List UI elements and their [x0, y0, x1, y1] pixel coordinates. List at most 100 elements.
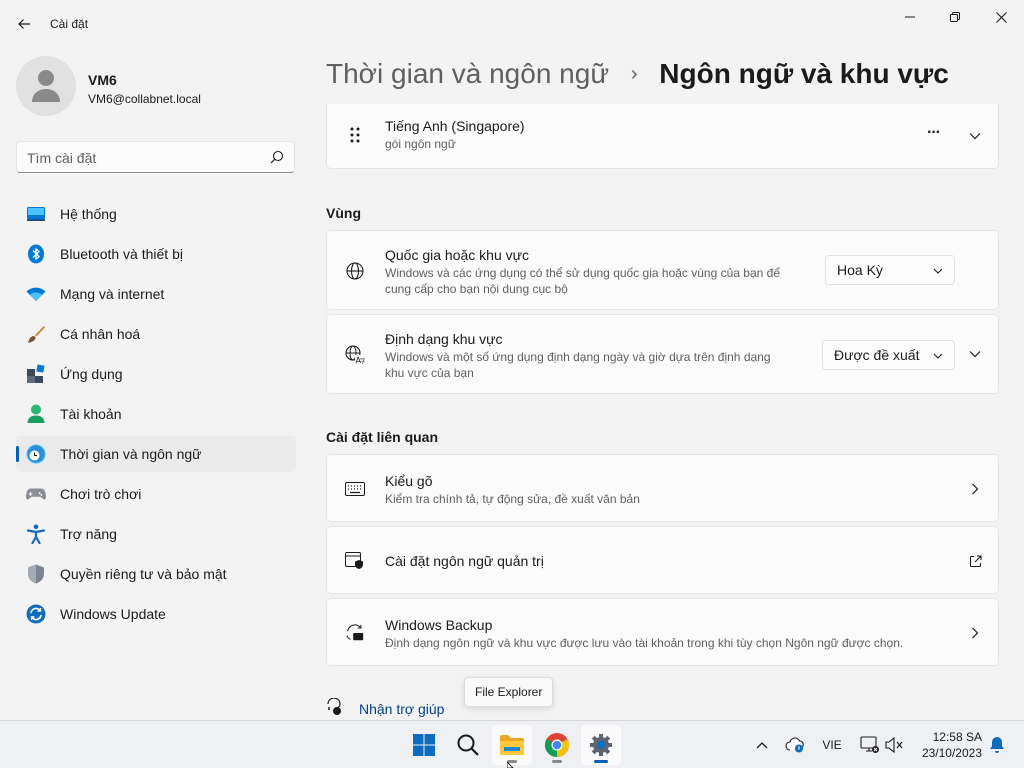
bell-icon: [990, 737, 1004, 753]
country-desc-line1: Windows và các ứng dụng có thể sử dụng q…: [385, 266, 780, 280]
minimize-icon: [905, 16, 915, 18]
taskbar-tooltip: File Explorer: [464, 677, 554, 707]
show-hidden-icons-button[interactable]: [750, 733, 774, 757]
sidebar-item-network[interactable]: Mạng và internet: [16, 276, 296, 312]
chevron-down-icon[interactable]: [968, 129, 982, 143]
get-help-link[interactable]: Nhận trợ giúp: [359, 701, 444, 717]
windows-backup-card[interactable]: Windows Backup Định dạng ngôn ngữ và khu…: [326, 598, 999, 666]
language-name: Tiếng Anh (Singapore): [385, 118, 525, 134]
user-icon: [32, 70, 60, 102]
drag-handle-icon[interactable]: [345, 125, 365, 145]
sidebar-item-windows-update[interactable]: Windows Update: [16, 596, 296, 632]
sidebar-item-accounts[interactable]: Tài khoản: [16, 396, 296, 432]
sidebar-item-label: Chơi trò chơi: [60, 486, 142, 502]
volume-muted-icon: [885, 736, 903, 754]
settings-taskbar-button[interactable]: [581, 725, 621, 765]
typing-card[interactable]: Kiểu gõ Kiểm tra chính tả, tự động sửa, …: [326, 454, 999, 522]
account-icon: [26, 404, 46, 424]
wifi-icon: [26, 284, 46, 304]
sidebar-item-apps[interactable]: Ứng dụng: [16, 356, 296, 392]
more-options-button[interactable]: ···: [927, 124, 941, 142]
system-icon: [26, 204, 46, 224]
window-title: Cài đặt: [50, 17, 89, 31]
regional-format-icon: A字: [345, 345, 365, 365]
accessibility-icon: [26, 524, 46, 544]
sidebar-item-time-language[interactable]: Thời gian và ngôn ngữ: [16, 436, 296, 472]
taskbar: VIE 12:58 SA 23/10/2023: [0, 720, 1024, 768]
sidebar-item-label: Mạng và internet: [60, 286, 165, 302]
sidebar-item-label: Bluetooth và thiết bị: [60, 246, 183, 262]
running-indicator: [552, 760, 562, 763]
format-desc-line1: Windows và một số ứng dụng định dạng ngà…: [385, 350, 771, 364]
language-item-card[interactable]: Tiếng Anh (Singapore) gói ngôn ngữ ···: [326, 104, 999, 169]
shield-icon: [26, 564, 46, 584]
sidebar-item-label: Ứng dụng: [60, 366, 123, 382]
back-button[interactable]: [10, 10, 38, 38]
sidebar-item-label: Quyền riêng tư và bảo mật: [60, 566, 227, 582]
sidebar-nav: Hệ thống Bluetooth và thiết bị Mạng và i…: [16, 196, 296, 636]
apps-icon: [26, 364, 46, 384]
country-region-card: Quốc gia hoặc khu vực Windows và các ứng…: [326, 230, 999, 310]
backup-desc: Định dạng ngôn ngữ và khu vực được lưu v…: [385, 636, 904, 650]
format-dropdown[interactable]: Được đề xuất: [822, 340, 955, 370]
minimize-button[interactable]: [887, 4, 933, 30]
sidebar-item-label: Thời gian và ngôn ngữ: [60, 446, 202, 462]
mouse-cursor-icon: [507, 762, 514, 768]
profile-email: VM6@collabnet.local: [88, 92, 201, 106]
language-subtitle: gói ngôn ngữ: [385, 137, 456, 151]
search-input[interactable]: Tìm cài đặt: [16, 141, 295, 173]
admin-language-card[interactable]: Cài đặt ngôn ngữ quản trị: [326, 526, 999, 594]
close-icon: [995, 11, 1007, 23]
chevron-up-icon: [756, 742, 768, 749]
clock-date: 23/10/2023: [921, 746, 982, 760]
search-icon: [457, 734, 479, 756]
help-icon: [327, 698, 341, 715]
breadcrumb-parent-link[interactable]: Thời gian và ngôn ngữ: [326, 58, 609, 89]
file-explorer-button[interactable]: [492, 725, 532, 765]
breadcrumb: Thời gian và ngôn ngữ › Ngôn ngữ và khu …: [326, 58, 949, 90]
chevron-down-icon: [933, 268, 943, 274]
sidebar-item-gaming[interactable]: Chơi trò chơi: [16, 476, 296, 512]
taskbar-search-button[interactable]: [448, 725, 488, 765]
profile-name: VM6: [88, 72, 117, 88]
gear-icon: [590, 734, 612, 756]
onedrive-tray-button[interactable]: [783, 733, 807, 757]
search-placeholder: Tìm cài đặt: [27, 150, 97, 166]
page-title: Ngôn ngữ và khu vực: [659, 58, 949, 89]
network-tray-button[interactable]: [858, 733, 882, 757]
taskbar-clock[interactable]: 12:58 SA 23/10/2023: [922, 729, 982, 761]
restore-button[interactable]: [932, 4, 978, 30]
clock-time: 12:58 SA: [932, 730, 982, 744]
bluetooth-icon: [26, 244, 46, 264]
sidebar-item-accessibility[interactable]: Trợ năng: [16, 516, 296, 552]
regional-format-card[interactable]: A字 Định dạng khu vực Windows và một số ứ…: [326, 314, 999, 394]
network-icon: [860, 736, 879, 753]
close-button[interactable]: [978, 4, 1024, 30]
country-dropdown[interactable]: Hoa Kỳ: [825, 255, 955, 285]
chevron-right-icon: [968, 626, 982, 640]
user-profile[interactable]: VM6 VM6@collabnet.local: [16, 56, 296, 118]
windows-logo-icon: [413, 734, 435, 756]
sidebar-item-personalization[interactable]: Cá nhân hoá: [16, 316, 296, 352]
start-button[interactable]: [404, 725, 444, 765]
sidebar-item-bluetooth[interactable]: Bluetooth và thiết bị: [16, 236, 296, 272]
input-language-indicator[interactable]: VIE: [818, 733, 846, 757]
sidebar-item-privacy[interactable]: Quyền riêng tư và bảo mật: [16, 556, 296, 592]
breadcrumb-separator: ›: [630, 63, 638, 85]
chevron-down-icon: [933, 353, 943, 359]
sidebar-item-system[interactable]: Hệ thống: [16, 196, 296, 232]
expand-chevron-icon[interactable]: [968, 347, 982, 361]
restore-icon: [950, 12, 960, 22]
chevron-right-icon: [968, 482, 982, 496]
notifications-button[interactable]: [985, 733, 1009, 757]
country-desc-line2: cung cấp cho bạn nội dung cục bộ: [385, 282, 568, 296]
globe-icon: [345, 261, 365, 281]
volume-tray-button[interactable]: [882, 733, 906, 757]
chrome-button[interactable]: [537, 725, 577, 765]
external-link-icon: [968, 554, 982, 568]
sidebar-item-label: Windows Update: [60, 606, 166, 622]
format-selected-value: Được đề xuất: [834, 347, 920, 363]
active-indicator: [594, 760, 608, 763]
keyboard-icon: [345, 479, 365, 499]
backup-icon: [345, 623, 365, 643]
